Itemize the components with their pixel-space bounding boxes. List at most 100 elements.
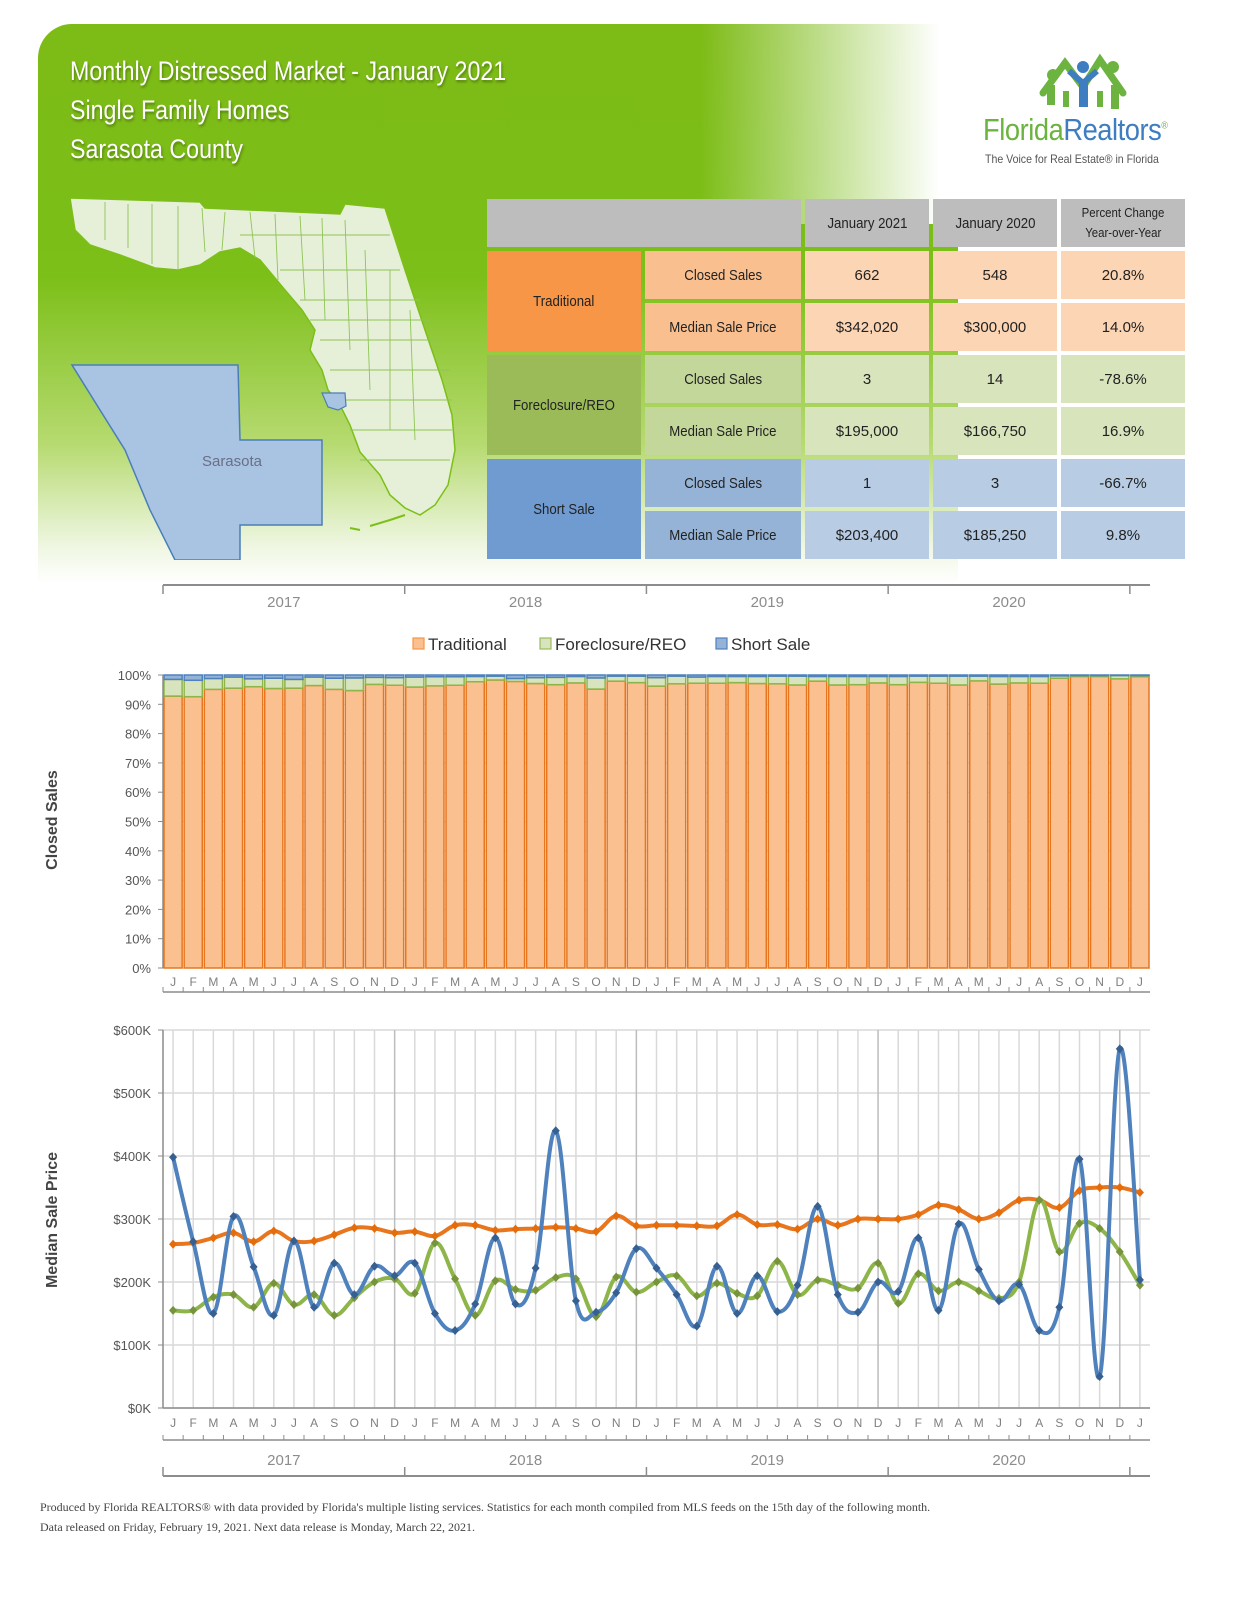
metric-label: Median Sale Price: [645, 303, 801, 351]
florida-county-map: Sarasota: [69, 197, 456, 560]
bar-short-sale: [163, 674, 183, 681]
point-short-sale: [974, 1264, 983, 1274]
month-label: N: [854, 975, 863, 989]
month-label: A: [955, 1416, 963, 1430]
month-label: M: [974, 975, 984, 989]
point-foreclosure-reo: [451, 1274, 460, 1284]
point-foreclosure-reo: [350, 1293, 359, 1303]
bar-traditional: [626, 681, 647, 969]
y-tick-label: 60%: [125, 785, 151, 800]
point-traditional: [1055, 1203, 1064, 1213]
point-foreclosure-reo: [592, 1312, 601, 1322]
bar-short-sale: [989, 674, 1009, 678]
month-label: A: [229, 975, 237, 989]
point-foreclosure-reo: [874, 1258, 883, 1268]
point-foreclosure-reo: [652, 1277, 661, 1287]
bar-short-sale: [485, 674, 506, 677]
bar-traditional: [404, 686, 425, 969]
point-foreclosure-reo: [511, 1285, 520, 1295]
month-label: D: [874, 975, 883, 989]
month-label: N: [1095, 1416, 1104, 1430]
y-axis-title: Closed Sales: [44, 770, 61, 870]
bar-foreclosure-reo: [404, 676, 425, 688]
point-traditional: [1115, 1183, 1124, 1192]
point-traditional: [592, 1227, 601, 1237]
bar-traditional: [1049, 677, 1070, 969]
point-foreclosure-reo: [733, 1288, 742, 1298]
bar-traditional: [848, 683, 868, 969]
point-foreclosure-reo: [954, 1277, 963, 1287]
bar-traditional: [767, 683, 788, 969]
bar-traditional: [384, 684, 405, 969]
bar-short-sale: [324, 674, 345, 679]
point-foreclosure-reo: [390, 1274, 399, 1284]
point-short-sale: [954, 1219, 963, 1229]
table-row: Traditional Closed Sales 662 548 20.8%: [487, 251, 1185, 351]
bar-foreclosure-reo: [807, 675, 828, 682]
bar-traditional: [948, 684, 969, 969]
point-traditional: [249, 1237, 258, 1247]
month-label: J: [754, 1416, 760, 1430]
legend-swatch-traditional: [412, 637, 425, 650]
point-short-sale: [1095, 1372, 1104, 1381]
month-label: M: [208, 975, 218, 989]
value-prior: $300,000: [933, 303, 1057, 351]
sarasota-county-inset: [70, 364, 323, 560]
value-current: 3: [805, 355, 929, 403]
month-label: D: [632, 1416, 641, 1430]
bar-short-sale: [1089, 674, 1110, 677]
month-label: M: [490, 975, 500, 989]
bar-traditional: [525, 682, 546, 969]
bar-foreclosure-reo: [928, 675, 949, 684]
bar-foreclosure-reo: [425, 676, 445, 687]
month-label: S: [572, 1416, 580, 1430]
month-label: J: [170, 1416, 176, 1430]
month-label: O: [1075, 1416, 1084, 1430]
point-short-sale: [853, 1307, 862, 1317]
point-foreclosure-reo: [229, 1290, 238, 1300]
point-traditional: [1135, 1188, 1144, 1198]
bar-traditional: [727, 681, 747, 969]
month-label: O: [1075, 975, 1084, 989]
point-traditional: [773, 1220, 782, 1230]
point-traditional: [410, 1227, 419, 1237]
bar-foreclosure-reo: [848, 675, 868, 686]
table-header-blank: [487, 199, 801, 247]
bar-short-sale: [767, 674, 788, 677]
bar-short-sale: [787, 674, 808, 677]
point-traditional: [894, 1214, 903, 1224]
month-label: D: [390, 975, 399, 989]
bar-traditional: [666, 683, 687, 969]
bar-short-sale: [203, 674, 224, 680]
point-traditional: [209, 1233, 218, 1243]
category-foreclosure: Foreclosure/REO: [487, 355, 641, 455]
month-label: J: [774, 975, 780, 989]
bar-traditional: [1009, 682, 1029, 969]
point-short-sale: [874, 1277, 883, 1287]
point-short-sale: [209, 1309, 218, 1318]
bar-short-sale: [1029, 674, 1050, 678]
point-foreclosure-reo: [491, 1276, 500, 1286]
bar-foreclosure-reo: [1109, 674, 1130, 680]
bar-short-sale: [727, 674, 747, 678]
bar-foreclosure-reo: [888, 675, 909, 686]
point-short-sale: [269, 1310, 278, 1320]
bar-short-sale: [263, 674, 284, 679]
point-short-sale: [813, 1201, 822, 1211]
month-label: S: [330, 975, 338, 989]
month-label: A: [955, 975, 963, 989]
point-short-sale: [914, 1233, 923, 1243]
metric-label: Closed Sales: [645, 459, 801, 507]
y-tick-label: $0K: [128, 1401, 151, 1416]
bar-short-sale: [868, 674, 888, 678]
bar-short-sale: [364, 674, 385, 679]
bar-foreclosure-reo: [787, 675, 808, 686]
point-traditional: [632, 1221, 641, 1231]
point-traditional: [672, 1220, 681, 1230]
month-label: J: [291, 975, 297, 989]
y-tick-label: $300K: [113, 1212, 151, 1227]
value-prior: $185,250: [933, 511, 1057, 559]
y-tick-label: 70%: [125, 756, 151, 771]
point-traditional: [330, 1230, 339, 1240]
bar-short-sale: [1109, 674, 1130, 677]
